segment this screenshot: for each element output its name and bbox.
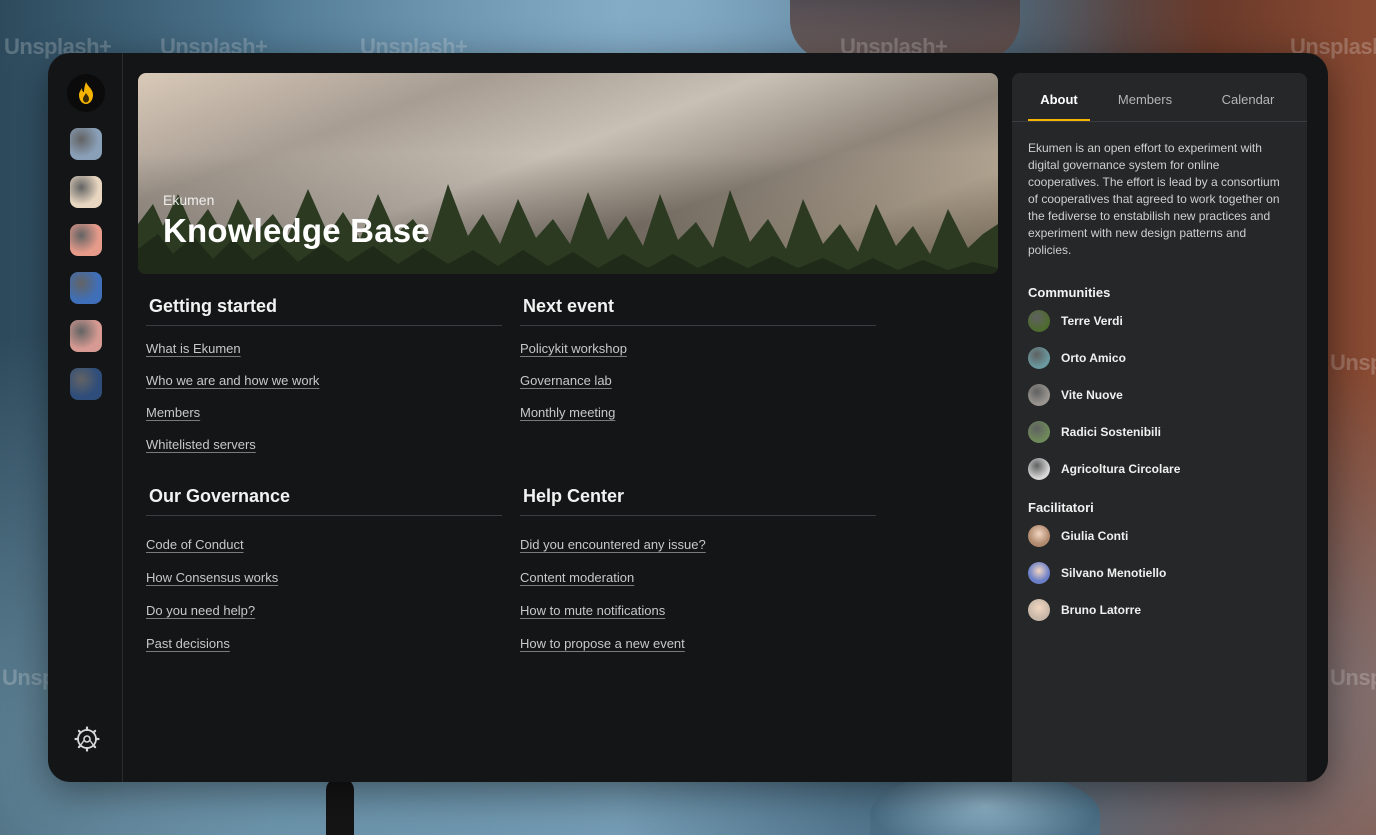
list-item[interactable]: Terre Verdi: [1028, 310, 1307, 332]
facilitator-name: Silvano Menotiello: [1061, 566, 1167, 580]
communities-heading: Communities: [1028, 285, 1111, 300]
link[interactable]: How Consensus works: [146, 570, 278, 585]
community-rail: [48, 53, 123, 782]
link[interactable]: How to mute notifications: [520, 603, 665, 618]
list-item: Monthly meeting: [520, 404, 876, 422]
link[interactable]: Content moderation: [520, 570, 634, 585]
hero-subtitle: Ekumen: [163, 192, 215, 208]
communities-list: Terre Verdi Orto Amico Vite Nuove Radici…: [1028, 310, 1307, 480]
avatar: [1028, 599, 1050, 621]
link[interactable]: Past decisions: [146, 636, 230, 651]
link[interactable]: How to propose a new event: [520, 636, 685, 651]
panel-tabs: About Members Calendar: [1012, 73, 1307, 122]
list-item: Do you need help?: [146, 602, 502, 620]
section-title: Next event: [520, 296, 876, 326]
list-item: Members: [146, 404, 502, 422]
watermark: Unsplash+: [1330, 665, 1376, 690]
list-item[interactable]: Giulia Conti: [1028, 525, 1307, 547]
community-name: Orto Amico: [1061, 351, 1126, 365]
rail-item-community[interactable]: [70, 368, 102, 400]
avatar: [1028, 347, 1050, 369]
info-panel: About Members Calendar Ekumen is an open…: [1012, 73, 1307, 782]
list-item: Who we are and how we work: [146, 372, 502, 390]
page-title: Knowledge Base: [163, 212, 430, 249]
list-item[interactable]: Silvano Menotiello: [1028, 562, 1307, 584]
gear-icon[interactable]: [74, 726, 100, 752]
link-list: What is Ekumen Who we are and how we wor…: [146, 340, 502, 454]
link-list: Code of Conduct How Consensus works Do y…: [146, 536, 502, 653]
rail-item-community[interactable]: [70, 272, 102, 304]
link[interactable]: Whitelisted servers: [146, 437, 256, 452]
list-item: Content moderation: [520, 569, 876, 587]
about-text: Ekumen is an open effort to experiment w…: [1028, 141, 1280, 257]
gear-icon-svg: [74, 726, 100, 752]
link[interactable]: Governance lab: [520, 373, 612, 388]
sections-grid: Getting started What is Ekumen Who we ar…: [146, 296, 998, 686]
app-window: Ekumen Knowledge Base Getting started Wh…: [48, 53, 1328, 782]
avatar: [1028, 562, 1050, 584]
tab-calendar[interactable]: Calendar: [1200, 73, 1296, 121]
section-next-event: Next event Policykit workshop Governance…: [520, 296, 876, 468]
facilitators-list: Giulia Conti Silvano Menotiello Bruno La…: [1028, 525, 1307, 621]
list-item[interactable]: Vite Nuove: [1028, 384, 1307, 406]
facilitator-name: Bruno Latorre: [1061, 603, 1142, 617]
background-figure: [326, 778, 354, 835]
tab-members[interactable]: Members: [1090, 73, 1200, 121]
watermark: Unsplash+: [1330, 350, 1376, 375]
community-name: Vite Nuove: [1061, 388, 1123, 402]
list-item: Did you encountered any issue?: [520, 536, 876, 554]
section-title: Our Governance: [146, 486, 502, 516]
link[interactable]: Did you encountered any issue?: [520, 537, 706, 552]
list-item: Whitelisted servers: [146, 436, 502, 454]
list-item: Policykit workshop: [520, 340, 876, 358]
facilitators-heading: Facilitatori: [1028, 500, 1094, 515]
link-list: Policykit workshop Governance lab Monthl…: [520, 340, 876, 422]
avatar: [1028, 384, 1050, 406]
rail-item-community[interactable]: [70, 128, 102, 160]
avatar: [1028, 421, 1050, 443]
facilitator-name: Giulia Conti: [1061, 529, 1129, 543]
community-name: Radici Sostenibili: [1061, 425, 1162, 439]
list-item: What is Ekumen: [146, 340, 502, 358]
rail-item-community[interactable]: [70, 320, 102, 352]
link[interactable]: Do you need help?: [146, 603, 255, 618]
list-item: How to mute notifications: [520, 602, 876, 620]
section-help-center: Help Center Did you encountered any issu…: [520, 486, 876, 668]
link[interactable]: Who we are and how we work: [146, 373, 319, 388]
list-item[interactable]: Bruno Latorre: [1028, 599, 1307, 621]
tab-about[interactable]: About: [1028, 73, 1090, 121]
list-item: How Consensus works: [146, 569, 502, 587]
list-item[interactable]: Radici Sostenibili: [1028, 421, 1307, 443]
link-list: Did you encountered any issue? Content m…: [520, 536, 876, 653]
list-item[interactable]: Orto Amico: [1028, 347, 1307, 369]
list-item: Past decisions: [146, 635, 502, 653]
link[interactable]: What is Ekumen: [146, 341, 241, 356]
avatar: [1028, 310, 1050, 332]
community-name: Agricoltura Circolare: [1061, 462, 1181, 476]
list-item[interactable]: Agricoltura Circolare: [1028, 458, 1307, 480]
link[interactable]: Code of Conduct: [146, 537, 244, 552]
main-content: Ekumen Knowledge Base Getting started Wh…: [138, 73, 998, 686]
avatar: [1028, 525, 1050, 547]
link[interactable]: Monthly meeting: [520, 405, 615, 420]
flame-icon[interactable]: [67, 74, 105, 112]
rail-item-community[interactable]: [70, 224, 102, 256]
link[interactable]: Members: [146, 405, 200, 420]
list-item: Governance lab: [520, 372, 876, 390]
list-item: Code of Conduct: [146, 536, 502, 554]
section-title: Help Center: [520, 486, 876, 516]
section-getting-started: Getting started What is Ekumen Who we ar…: [146, 296, 502, 468]
community-name: Terre Verdi: [1061, 314, 1123, 328]
list-item: How to propose a new event: [520, 635, 876, 653]
avatar: [1028, 458, 1050, 480]
link[interactable]: Policykit workshop: [520, 341, 627, 356]
section-title: Getting started: [146, 296, 502, 326]
section-our-governance: Our Governance Code of Conduct How Conse…: [146, 486, 502, 668]
rail-item-community[interactable]: [70, 176, 102, 208]
flame-icon-svg: [79, 82, 93, 104]
hero-banner: Ekumen Knowledge Base: [138, 73, 998, 274]
